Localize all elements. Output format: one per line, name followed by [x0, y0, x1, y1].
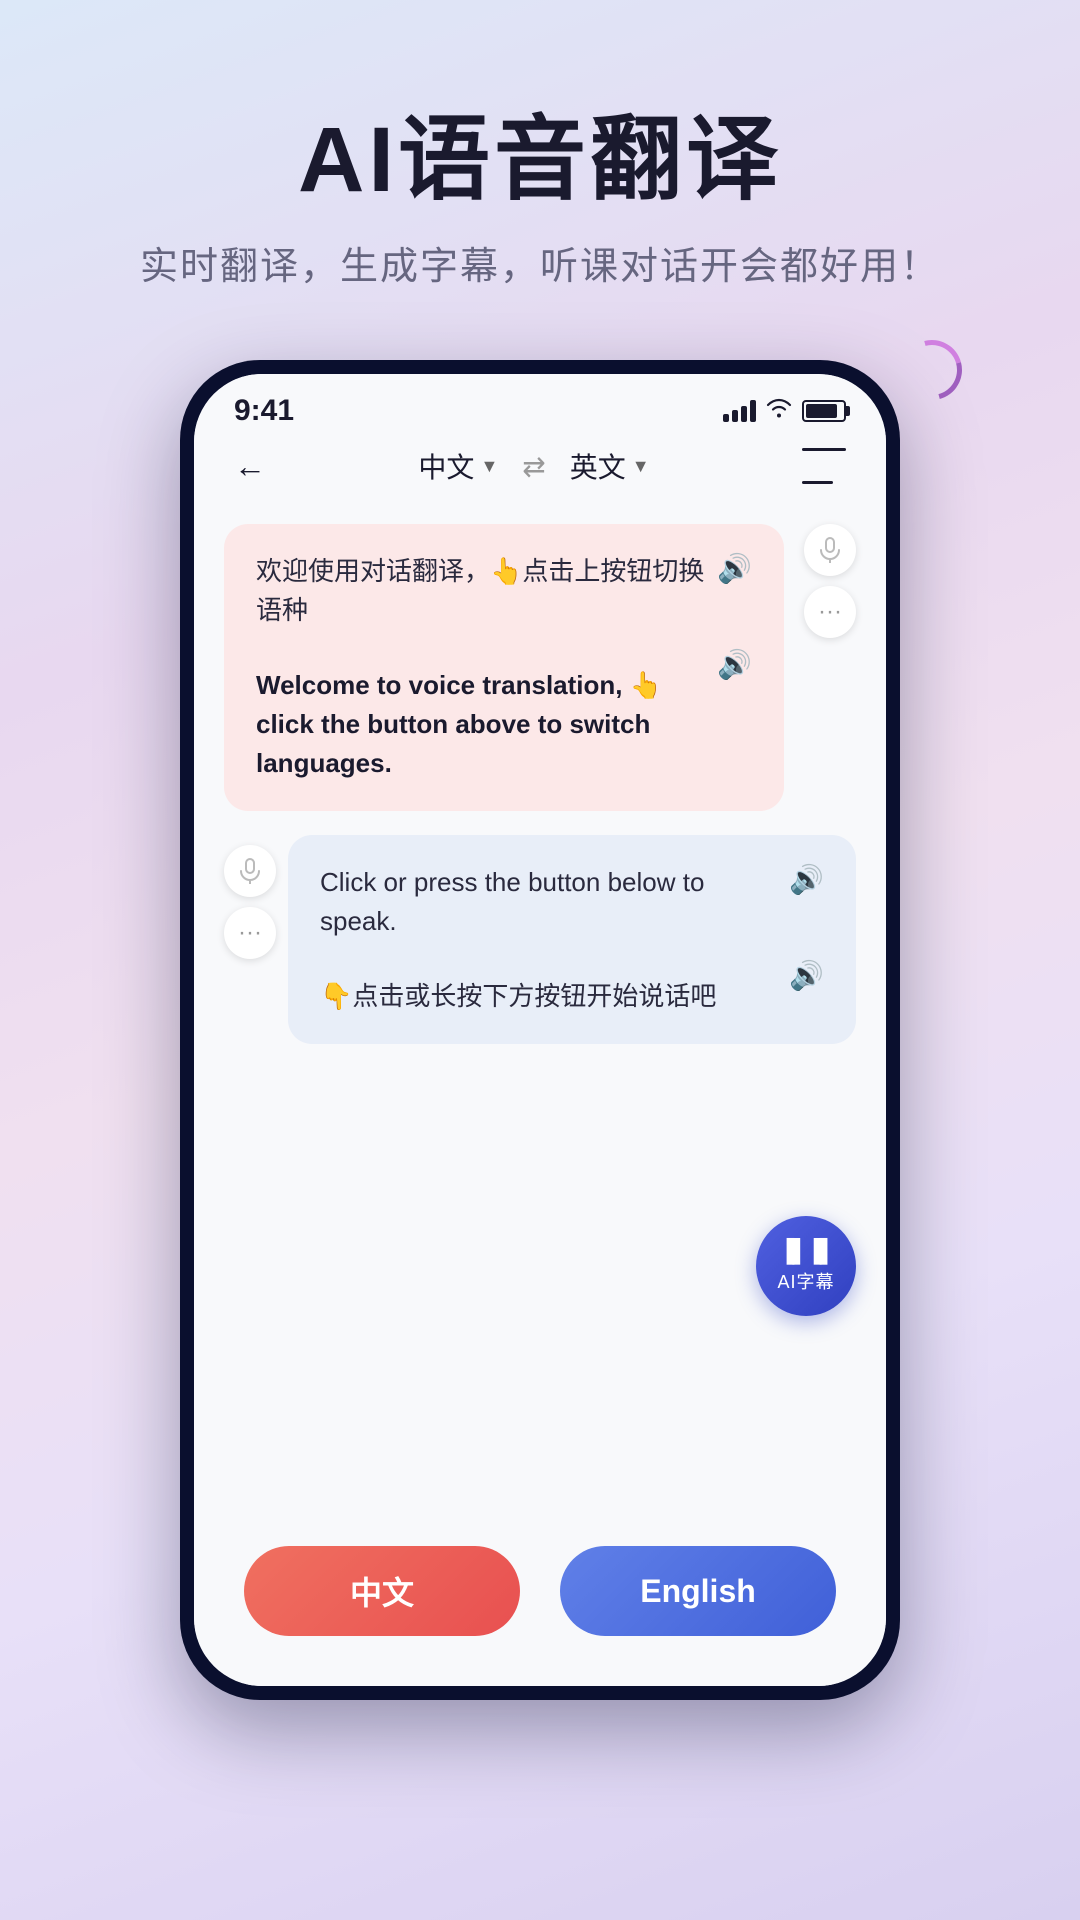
signal-icon [723, 400, 756, 422]
ai-caption-button[interactable]: ▐▌▐▌ AI字幕 [756, 1216, 856, 1316]
bubble-text-english: Welcome to voice translation, 👆click the… [256, 666, 709, 783]
status-bar: 9:41 [194, 374, 886, 428]
waveform-icon: ▐▌▐▌ [779, 1238, 833, 1264]
chat-bubble-left: 欢迎使用对话翻译，👆点击上按钮切换语种 🔊 Welcome to voice t… [224, 524, 856, 811]
mic-button[interactable] [804, 524, 856, 576]
sound-icon-red[interactable]: 🔊 [717, 552, 752, 585]
more-button[interactable]: ··· [804, 586, 856, 638]
chinese-speak-button[interactable]: 中文 [244, 1546, 520, 1636]
page-subtitle: 实时翻译，生成字幕，听课对话开会都好用！ [140, 235, 940, 290]
bubble-right-content: Click or press the button below to speak… [288, 835, 856, 1044]
phone-frame: 9:41 [180, 360, 900, 1700]
lang-right-label: 英文 [570, 446, 626, 486]
bubble-left-content: 欢迎使用对话翻译，👆点击上按钮切换语种 🔊 Welcome to voice t… [224, 524, 784, 811]
more-button-right[interactable]: ··· [224, 907, 276, 959]
lang-left-selector[interactable]: 中文 ▼ [418, 446, 498, 486]
phone-container: 9:41 [180, 360, 900, 1700]
bubble-text-chinese: 欢迎使用对话翻译，👆点击上按钮切换语种 [256, 556, 704, 625]
sound-icon-red2[interactable]: 🔊 [717, 648, 752, 681]
swap-icon[interactable]: ⇄ [522, 450, 545, 483]
english-speak-button[interactable]: English [560, 1546, 836, 1636]
left-side-buttons: ··· [224, 845, 276, 959]
status-icons [723, 398, 846, 424]
phone-screen: 9:41 [194, 374, 886, 1686]
bubble-text-english2: Click or press the button below to speak… [320, 863, 781, 941]
ai-caption-label: AI字幕 [777, 1268, 834, 1294]
lang-right-selector[interactable]: 英文 ▼ [570, 446, 650, 486]
lang-left-arrow-icon: ▼ [480, 456, 498, 477]
header-section: AI语音翻译 实时翻译，生成字幕，听课对话开会都好用！ [140, 0, 940, 330]
decorative-arc [891, 329, 973, 411]
chat-area: 欢迎使用对话翻译，👆点击上按钮切换语种 🔊 Welcome to voice t… [194, 504, 886, 1516]
battery-icon [802, 400, 846, 422]
right-side-buttons: ··· [804, 524, 856, 638]
menu-icon[interactable] [802, 448, 846, 484]
lang-right-arrow-icon: ▼ [632, 456, 650, 477]
sound-icon-blue2[interactable]: 🔊 [789, 959, 824, 992]
sound-icon-blue[interactable]: 🔊 [789, 863, 824, 896]
bottom-buttons: 中文 English [194, 1516, 886, 1686]
lang-left-label: 中文 [418, 446, 474, 486]
nav-center: 中文 ▼ ⇄ 英文 ▼ [418, 446, 649, 486]
back-button[interactable]: ← [234, 448, 266, 485]
page-wrapper: AI语音翻译 实时翻译，生成字幕，听课对话开会都好用！ 9:41 [0, 0, 1080, 1920]
bubble-text-chinese2: 👇点击或长按下方按钮开始说话吧 [320, 977, 716, 1016]
chat-bubble-right: ··· Click or press the button below to s… [224, 835, 856, 1044]
app-navbar: ← 中文 ▼ ⇄ 英文 ▼ [194, 428, 886, 504]
bubble-left-row: 欢迎使用对话翻译，👆点击上按钮切换语种 🔊 [256, 552, 752, 630]
wifi-icon [766, 398, 792, 424]
bubble-cn-text: 欢迎使用对话翻译，👆点击上按钮切换语种 [256, 552, 709, 630]
page-title: AI语音翻译 [140, 110, 940, 211]
mic-button-right[interactable] [224, 845, 276, 897]
status-time: 9:41 [234, 394, 294, 428]
